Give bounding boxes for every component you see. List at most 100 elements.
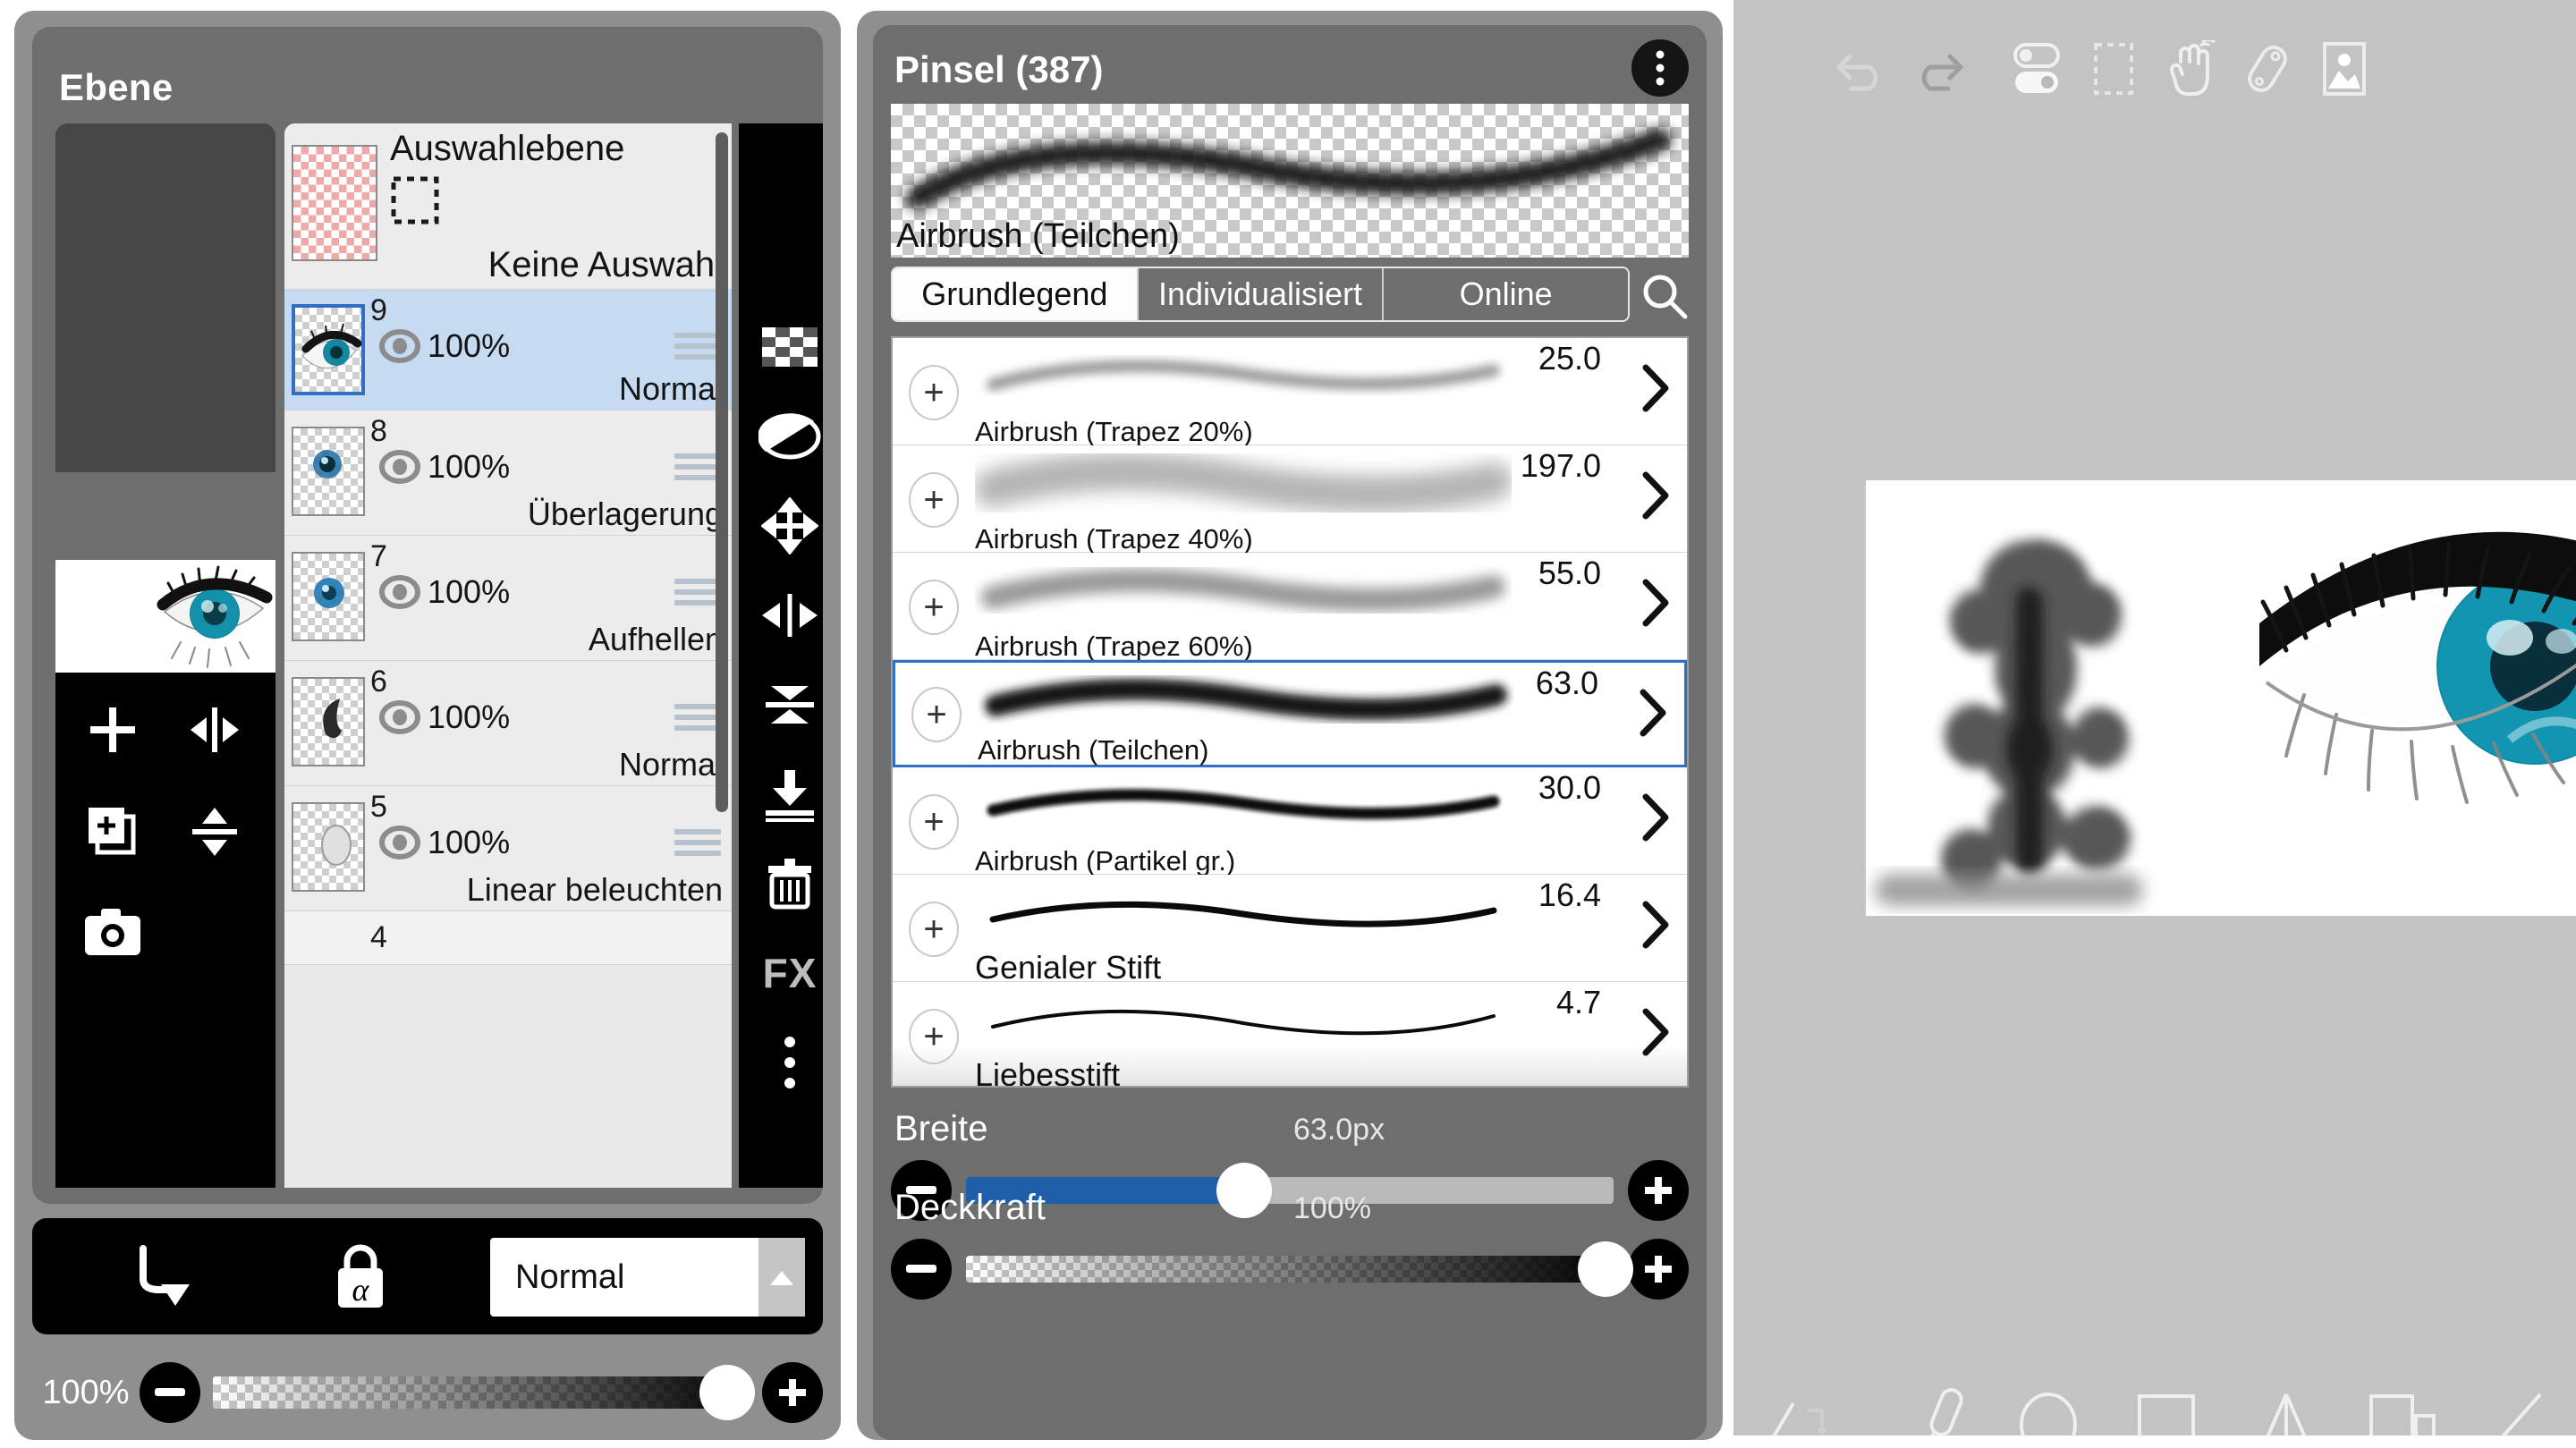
brush-name: Airbrush (Partikel gr.): [975, 845, 1236, 876]
list-item[interactable]: + Airbrush (Partikel gr.) 30.0: [893, 767, 1687, 876]
image-import-icon[interactable]: [2306, 20, 2383, 118]
chevron-right-icon[interactable]: [1640, 900, 1671, 950]
mirror-icon[interactable]: [739, 571, 823, 660]
layer-list[interactable]: Auswahlebene Keine Auswahl 9 100% Normal…: [284, 123, 732, 1188]
duplicate-layer-button[interactable]: [68, 787, 157, 876]
canvas-bottom-toolbar: [1733, 1355, 2576, 1448]
layer-row-selection[interactable]: Auswahlebene Keine Auswahl: [284, 123, 732, 290]
layer-preview-dark-area: [55, 123, 275, 472]
chevron-right-icon[interactable]: [1638, 688, 1668, 738]
drag-handle-icon[interactable]: [674, 704, 721, 731]
drag-handle-icon[interactable]: [674, 453, 721, 480]
dots-vertical-icon[interactable]: [739, 1018, 823, 1107]
plus-circle-icon[interactable]: +: [909, 580, 959, 635]
move-arrows-icon[interactable]: [739, 481, 823, 571]
tab-individualisiert[interactable]: Individualisiert: [1139, 268, 1385, 320]
blend-mode-select[interactable]: Normal: [490, 1238, 805, 1317]
layer-number: 9: [370, 293, 387, 327]
dots-vertical-icon[interactable]: [1631, 39, 1689, 97]
layer-preview-gray-area: [55, 472, 275, 560]
add-layer-button[interactable]: [68, 685, 157, 775]
chevron-up-icon[interactable]: [758, 1238, 805, 1317]
clipping-arrow-icon[interactable]: [129, 1240, 199, 1313]
svg-text:α: α: [352, 1272, 370, 1308]
visibility-eye-icon[interactable]: [379, 826, 420, 859]
list-item-selected[interactable]: + Airbrush (Teilchen) 63.0: [893, 660, 1687, 767]
table-row[interactable]: 9 100% Normal: [284, 290, 732, 411]
layer-blend-mode: Normal: [618, 746, 723, 783]
fx-icon[interactable]: FX: [739, 928, 823, 1018]
chevron-right-icon[interactable]: [1640, 363, 1671, 413]
brush-size: 30.0: [1538, 769, 1601, 806]
plus-icon[interactable]: [1628, 1239, 1689, 1300]
drag-handle-icon[interactable]: [674, 829, 721, 856]
selection-layer-name: Auswahlebene: [390, 129, 625, 168]
table-row[interactable]: 8 100% Überlagerung: [284, 411, 732, 536]
tab-grundlegend[interactable]: Grundlegend: [893, 268, 1139, 320]
half-circle-icon[interactable]: [739, 392, 823, 481]
plus-icon[interactable]: [762, 1362, 823, 1423]
search-icon[interactable]: [1637, 268, 1692, 324]
chevron-right-icon[interactable]: [1640, 792, 1671, 843]
layer-bottom-bar: α Normal: [32, 1218, 823, 1334]
minus-icon[interactable]: [891, 1239, 952, 1300]
minus-icon[interactable]: [140, 1362, 200, 1423]
slider-knob[interactable]: [699, 1365, 755, 1420]
layer-opacity-value: 100%: [42, 1373, 130, 1411]
arrow-down-bar-icon[interactable]: [739, 749, 823, 839]
list-item[interactable]: + Airbrush (Trapez 20%) 25.0: [893, 338, 1687, 447]
plus-circle-icon[interactable]: +: [909, 794, 959, 850]
undo-icon[interactable]: [1823, 20, 1900, 118]
layers-card: Ebene Auswahlebene Keine Auswahl 9 100% …: [32, 27, 823, 1204]
alpha-lock-icon[interactable]: α: [327, 1241, 394, 1313]
visibility-eye-icon[interactable]: [379, 575, 420, 609]
plus-circle-icon[interactable]: +: [909, 1009, 959, 1064]
layer-list-scrollbar[interactable]: [716, 132, 728, 812]
drag-handle-icon[interactable]: [674, 579, 721, 605]
brush-name: Airbrush (Trapez 60%): [975, 631, 1253, 662]
layer-opacity-slider[interactable]: [213, 1365, 755, 1420]
visibility-eye-icon[interactable]: [379, 329, 420, 363]
list-item[interactable]: + Airbrush (Trapez 40%) 197.0: [893, 445, 1687, 555]
layers-toggle-icon[interactable]: [1998, 20, 2075, 118]
list-item[interactable]: + Liebesstift 4.7: [893, 982, 1687, 1086]
camera-import-button[interactable]: [68, 889, 157, 978]
flip-horizontal-button[interactable]: [170, 685, 259, 775]
plus-circle-icon[interactable]: +: [909, 472, 959, 528]
chevron-right-icon[interactable]: [1640, 1007, 1671, 1057]
brush-list[interactable]: + Airbrush (Trapez 20%) 25.0 + Airbrush …: [891, 336, 1689, 1088]
brush-panel: Pinsel (387) Airbrush (Teilchen) Grundle…: [857, 11, 1723, 1440]
marquee-dashed-icon[interactable]: [2075, 20, 2152, 118]
width-slider-label: Breite: [894, 1109, 988, 1148]
trash-icon[interactable]: [739, 839, 823, 928]
plus-circle-icon[interactable]: +: [909, 365, 959, 420]
pen-icon[interactable]: [2229, 20, 2306, 118]
layer-thumbnail: [292, 802, 365, 892]
plus-circle-icon[interactable]: +: [909, 902, 959, 957]
brush-size: 16.4: [1538, 876, 1601, 913]
flip-vertical-button[interactable]: [170, 787, 259, 876]
tab-online[interactable]: Online: [1384, 268, 1628, 320]
table-row[interactable]: 7 100% Aufhellen: [284, 536, 732, 661]
drag-handle-icon[interactable]: [674, 333, 721, 360]
plus-circle-icon[interactable]: +: [911, 687, 962, 742]
list-item[interactable]: + Airbrush (Trapez 60%) 55.0: [893, 553, 1687, 662]
chevron-right-icon[interactable]: [1640, 578, 1671, 628]
visibility-eye-icon[interactable]: [379, 700, 420, 734]
table-row[interactable]: 5 100% Linear beleuchten: [284, 786, 732, 911]
collapse-arrows-icon[interactable]: [739, 660, 823, 749]
visibility-eye-icon[interactable]: [379, 450, 420, 484]
layer-opacity-row: 100%: [32, 1345, 823, 1440]
checkerboard-icon[interactable]: [739, 302, 823, 392]
layer-number: 6: [370, 665, 387, 699]
list-item[interactable]: + Genialer Stift 16.4: [893, 875, 1687, 986]
table-row[interactable]: 4: [284, 911, 732, 965]
slider-knob[interactable]: [1578, 1241, 1633, 1297]
opacity-slider[interactable]: [966, 1241, 1633, 1297]
chevron-right-icon[interactable]: [1640, 470, 1671, 521]
redo-icon[interactable]: [1900, 20, 1977, 118]
layer-number: 5: [370, 790, 387, 824]
canvas-artwork[interactable]: [1866, 480, 2576, 916]
hand-icon[interactable]: [2152, 20, 2229, 118]
table-row[interactable]: 6 100% Normal: [284, 661, 732, 786]
